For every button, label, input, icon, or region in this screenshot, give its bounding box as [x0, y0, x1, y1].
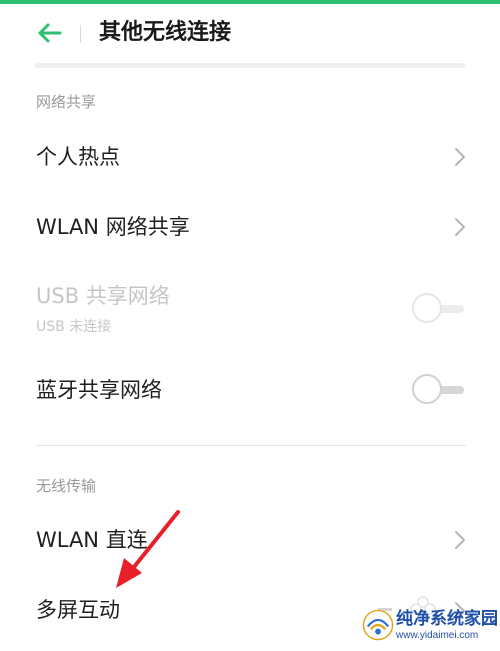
- section-title-network-sharing: 网络共享: [36, 93, 97, 111]
- watermark: 纯净系统家园 www.yidaimei.com: [362, 602, 498, 648]
- chevron-right-icon: [452, 215, 468, 239]
- usb-tethering-toggle: [412, 292, 466, 326]
- header-bottom-bar: [35, 63, 465, 68]
- watermark-text: 纯净系统家园 www.yidaimei.com: [396, 608, 498, 642]
- page-title: 其他无线连接: [99, 20, 232, 45]
- item-subtitle: USB 未连接: [36, 319, 112, 335]
- item-label: WLAN 网络共享: [36, 215, 190, 239]
- toggle-knob: [412, 293, 442, 323]
- section-divider: [36, 445, 466, 446]
- back-button[interactable]: [34, 18, 64, 48]
- toggle-knob: [412, 374, 442, 404]
- list-item-personal-hotspot[interactable]: 个人热点: [0, 135, 500, 183]
- item-label: USB 共享网络: [36, 284, 170, 308]
- section-title-wireless-transfer: 无线传输: [36, 477, 97, 495]
- watermark-logo-icon: [362, 609, 394, 641]
- bluetooth-tethering-toggle[interactable]: [412, 373, 466, 407]
- watermark-name: 纯净系统家园: [396, 609, 498, 629]
- item-label: 蓝牙共享网络: [36, 378, 162, 402]
- list-item-wlan-sharing[interactable]: WLAN 网络共享: [0, 205, 500, 253]
- item-label: 个人热点: [36, 145, 120, 169]
- chevron-right-icon: [452, 528, 468, 552]
- list-item-bluetooth-tethering[interactable]: 蓝牙共享网络: [0, 366, 500, 414]
- header-divider: [80, 25, 81, 43]
- item-label: WLAN 直连: [36, 528, 148, 552]
- item-label: 多屏互动: [36, 598, 120, 622]
- list-item-wlan-direct[interactable]: WLAN 直连: [0, 518, 500, 566]
- list-item-usb-tethering: USB 共享网络 USB 未连接: [0, 280, 500, 340]
- arrow-left-icon: [38, 23, 62, 43]
- watermark-url: www.yidaimei.com: [396, 630, 479, 641]
- chevron-right-icon: [452, 145, 468, 169]
- header: 其他无线连接: [0, 4, 500, 62]
